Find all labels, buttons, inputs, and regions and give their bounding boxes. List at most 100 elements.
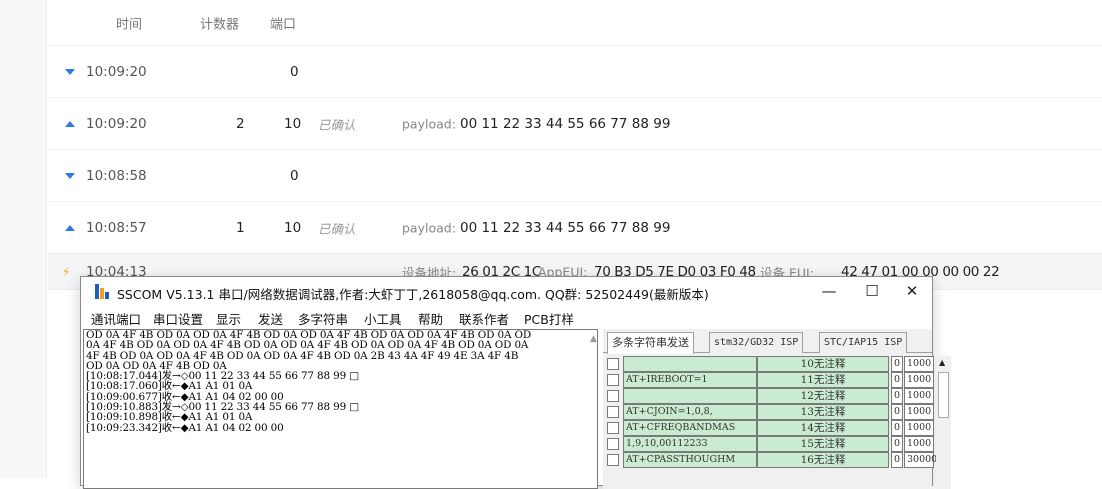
string-row: AT+CJOIN=1,0,8, 13无注释 0 1000 <box>605 404 934 420</box>
table-header: 时间 计数器 端口 <box>48 0 1102 46</box>
header-counter: 计数器 <box>200 17 240 33</box>
order-field[interactable]: 0 <box>891 420 903 436</box>
string-row: AT+CPASSTHOUGHM 16无注释 0 30000 <box>605 452 937 468</box>
order-field[interactable]: 0 <box>891 372 903 388</box>
row-counter: 2 <box>236 115 245 132</box>
row-checkbox[interactable] <box>607 406 619 418</box>
command-field[interactable]: AT+CPASSTHOUGHM <box>623 452 757 468</box>
note-button[interactable]: 14无注释 <box>757 420 889 436</box>
table-row[interactable]: 10:08:57 1 10 已确认 payload: 00 11 22 33 4… <box>48 202 1102 254</box>
note-button[interactable]: 11无注释 <box>757 372 889 388</box>
tab-stm32-isp[interactable]: stm32/GD32 ISP <box>709 332 804 353</box>
command-field[interactable] <box>623 388 757 404</box>
delay-field[interactable]: 1000 <box>904 420 934 436</box>
tab-stc-isp[interactable]: STC/IAP15 ISP <box>819 332 908 353</box>
note-button[interactable]: 10无注释 <box>757 356 889 372</box>
row-port: 10 <box>284 219 302 236</box>
tab-bar: 多条字符串发送 stm32/GD32 ISP STC/IAP15 ISP <box>603 332 932 354</box>
delay-field[interactable]: 30000 <box>904 452 937 468</box>
row-checkbox[interactable] <box>607 390 619 402</box>
multi-string-panel: 多条字符串发送 stm32/GD32 ISP STC/IAP15 ISP 10无… <box>603 329 951 489</box>
delay-field[interactable]: 1000 <box>904 404 934 420</box>
delay-field[interactable]: 1000 <box>904 356 934 372</box>
table-row[interactable]: 10:08:58 0 <box>48 150 1102 202</box>
command-field[interactable] <box>623 356 757 372</box>
uplink-triangle-icon <box>65 120 75 127</box>
close-button[interactable]: ✕ <box>897 280 927 302</box>
menu-item-multi-string[interactable]: 多字符串 <box>298 309 348 328</box>
menu-item-tools[interactable]: 小工具 <box>364 309 402 328</box>
downlink-triangle-icon <box>65 68 75 75</box>
row-port: 0 <box>290 167 299 184</box>
menu-item-display[interactable]: 显示 <box>216 309 241 328</box>
header-time: 时间 <box>116 17 143 33</box>
menu-item-serial-settings[interactable]: 串口设置 <box>153 309 203 328</box>
log-line: [10:09:23.342]收←◆A1 A1 04 02 00 00 <box>86 421 284 434</box>
window-title: SSCOM V5.13.1 串口/网络数据调试器,作者:大虾丁丁,2618058… <box>117 287 709 302</box>
order-field[interactable]: 0 <box>891 436 903 452</box>
menu-item-pcb[interactable]: PCB打样 <box>524 309 574 328</box>
delay-field[interactable]: 1000 <box>904 436 934 452</box>
string-row: 10无注释 0 1000 <box>605 356 934 372</box>
order-field[interactable]: 0 <box>891 388 903 404</box>
row-port: 0 <box>290 63 299 80</box>
note-button[interactable]: 12无注释 <box>757 388 889 404</box>
scrollbar-thumb[interactable] <box>938 372 949 418</box>
row-checkbox[interactable] <box>607 422 619 434</box>
message-table: 时间 计数器 端口 10:09:20 0 10:09:20 2 10 已确认 p… <box>48 0 1102 290</box>
delay-field[interactable]: 1000 <box>904 388 934 404</box>
command-field[interactable]: AT+CJOIN=1,0,8, <box>623 404 757 420</box>
row-port: 10 <box>284 115 302 132</box>
payload-label: payload: <box>402 220 456 235</box>
menu-item-help[interactable]: 帮助 <box>418 309 443 328</box>
order-field[interactable]: 0 <box>891 452 903 468</box>
note-button[interactable]: 13无注释 <box>757 404 889 420</box>
lightning-icon: ⚡ <box>62 264 71 279</box>
order-field[interactable]: 0 <box>891 404 903 420</box>
left-sidebar-strip <box>0 0 47 478</box>
table-row[interactable]: 10:09:20 0 <box>48 46 1102 98</box>
note-button[interactable]: 16无注释 <box>757 452 889 468</box>
command-field[interactable]: AT+IREBOOT=1 <box>623 372 757 388</box>
row-time: 10:08:57 <box>86 219 147 236</box>
row-status: 已确认 <box>318 117 356 132</box>
sscom-window[interactable]: SSCOM V5.13.1 串口/网络数据调试器,作者:大虾丁丁,2618058… <box>80 276 951 489</box>
string-row: 1,9,10,00112233 15无注释 0 1000 <box>605 436 934 452</box>
row-time: 10:09:20 <box>86 63 147 80</box>
row-checkbox[interactable] <box>607 358 619 370</box>
row-checkbox[interactable] <box>607 454 619 466</box>
command-field[interactable]: AT+CFREQBANDMAS <box>623 420 757 436</box>
row-checkbox[interactable] <box>607 438 619 450</box>
grid-scrollbar[interactable]: ▲ <box>936 356 951 489</box>
table-row[interactable]: 10:09:20 2 10 已确认 payload: 00 11 22 33 4… <box>48 98 1102 150</box>
downlink-triangle-icon <box>65 172 75 179</box>
payload-value: 00 11 22 33 44 55 66 77 88 99 <box>460 219 671 236</box>
string-row: AT+CFREQBANDMAS 14无注释 0 1000 <box>605 420 934 436</box>
string-row: AT+IREBOOT=1 11无注释 0 1000 <box>605 372 934 388</box>
header-port: 端口 <box>270 17 297 33</box>
row-checkbox[interactable] <box>607 374 619 386</box>
sscom-app-icon <box>95 284 113 299</box>
delay-field[interactable]: 1000 <box>904 372 934 388</box>
tab-multi-string[interactable]: 多条字符串发送 <box>607 332 694 354</box>
uplink-triangle-icon <box>65 224 75 231</box>
minimize-button[interactable]: — <box>814 280 844 302</box>
menu-bar: 通讯端口 串口设置 显示 发送 多字符串 小工具 帮助 联系作者 PCB打样 <box>81 307 932 327</box>
row-status: 已确认 <box>318 221 356 236</box>
window-titlebar[interactable]: SSCOM V5.13.1 串口/网络数据调试器,作者:大虾丁丁,2618058… <box>81 277 932 305</box>
scroll-up-arrow-icon[interactable]: ▲ <box>939 358 945 367</box>
menu-item-port[interactable]: 通讯端口 <box>91 309 141 328</box>
scroll-up-icon[interactable]: ▲ <box>590 334 597 344</box>
command-field[interactable]: 1,9,10,00112233 <box>623 436 757 452</box>
payload-value: 00 11 22 33 44 55 66 77 88 99 <box>460 115 671 132</box>
note-button[interactable]: 15无注释 <box>757 436 889 452</box>
menu-item-contact[interactable]: 联系作者 <box>459 309 509 328</box>
row-time: 10:09:20 <box>86 115 147 132</box>
row-counter: 1 <box>236 219 245 236</box>
receive-log[interactable]: OD 0A 4F 4B OD 0A OD 0A 4F 4B OD 0A OD 0… <box>83 329 598 489</box>
row-time: 10:08:58 <box>86 167 147 184</box>
maximize-button[interactable]: ☐ <box>857 280 887 302</box>
order-field[interactable]: 0 <box>891 356 903 372</box>
menu-item-send[interactable]: 发送 <box>258 309 283 328</box>
string-row: 12无注释 0 1000 <box>605 388 934 404</box>
